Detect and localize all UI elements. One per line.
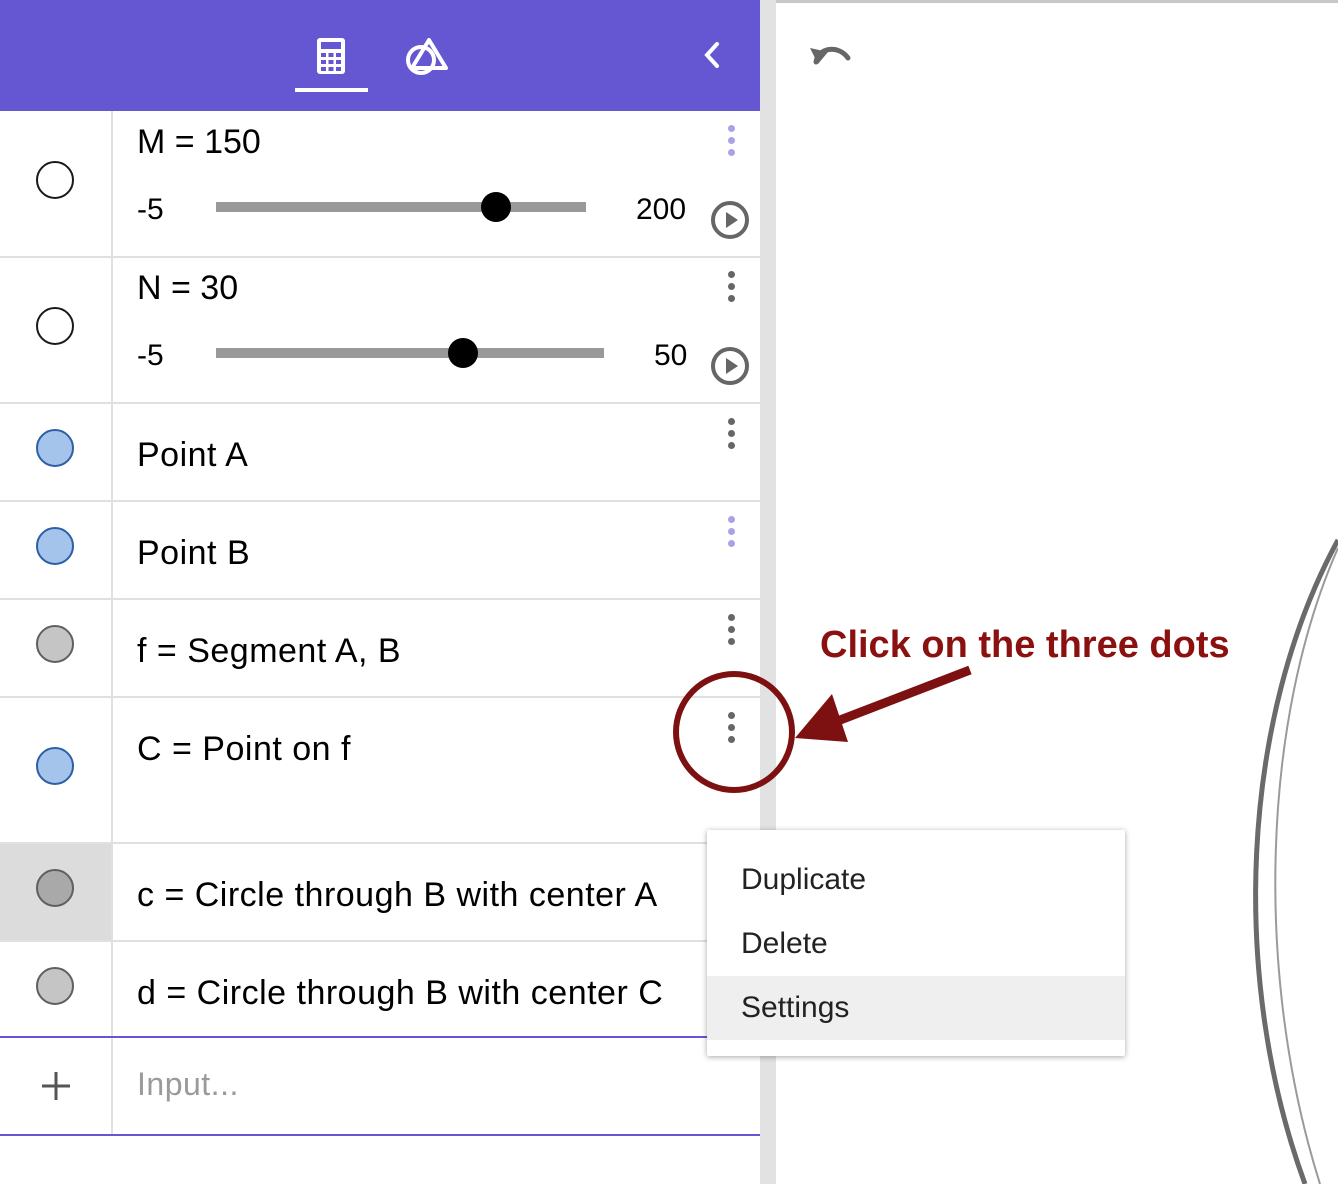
marble-cell [0, 844, 113, 940]
algebra-item-label: Point B [137, 534, 251, 572]
algebra-item-label: C = Point on f [137, 730, 351, 768]
visibility-toggle[interactable] [36, 967, 74, 1005]
visibility-toggle[interactable] [36, 307, 74, 345]
marble-cell [0, 1038, 113, 1134]
algebra-item-circle-d[interactable]: d = Circle through B with center C [0, 942, 760, 1036]
marble-cell [0, 942, 113, 1036]
algebra-item-segment-f[interactable]: f = Segment A, B [0, 600, 760, 698]
slider-min: -5 [137, 193, 164, 226]
slider-max: 200 [636, 193, 687, 226]
algebra-item-point-c[interactable]: C = Point on f [0, 698, 760, 844]
slider-track[interactable] [216, 348, 604, 358]
visibility-toggle[interactable] [36, 747, 74, 785]
algebra-item-circle-c[interactable]: c = Circle through B with center A [0, 844, 760, 942]
three-dots-menu-icon[interactable] [722, 416, 742, 452]
algebra-item-label: c = Circle through B with center A [137, 876, 658, 914]
input-row[interactable]: Input... [0, 1036, 760, 1136]
algebra-panel: M = 150 -5 200 N = 30 -5 50 Point A Poin… [0, 0, 760, 1184]
marble-cell [0, 600, 113, 696]
plus-icon[interactable] [40, 1070, 72, 1102]
algebra-item-label: d = Circle through B with center C [137, 974, 664, 1012]
tab-selected-indicator [295, 88, 368, 92]
visibility-toggle[interactable] [36, 527, 74, 565]
circle-c-arc [1253, 538, 1338, 1184]
slider-track[interactable] [216, 202, 586, 212]
circle-d-arc [1274, 547, 1338, 1184]
marble-cell [0, 404, 113, 500]
algebra-item-label: Point A [137, 436, 249, 474]
play-icon[interactable] [710, 200, 750, 240]
three-dots-menu-icon[interactable] [722, 514, 742, 550]
marble-cell [0, 502, 113, 598]
slider-min: -5 [137, 339, 164, 372]
slider-thumb[interactable] [480, 192, 511, 222]
algebra-item-label: f = Segment A, B [137, 632, 402, 670]
three-dots-menu-icon[interactable] [722, 710, 742, 746]
play-icon[interactable] [710, 346, 750, 386]
marble-cell [0, 698, 113, 842]
slider-max: 50 [654, 339, 688, 372]
slider-label: M = 150 [137, 123, 261, 161]
marble-cell [0, 111, 113, 256]
slider-row-m[interactable]: M = 150 -5 200 [0, 111, 760, 258]
undo-icon[interactable] [808, 38, 856, 74]
geometry-tools-icon[interactable] [404, 36, 450, 78]
three-dots-menu-icon[interactable] [722, 269, 742, 305]
menu-item-settings[interactable]: Settings [707, 976, 1125, 1040]
visibility-toggle[interactable] [36, 869, 74, 907]
visibility-toggle[interactable] [36, 161, 74, 199]
menu-item-duplicate[interactable]: Duplicate [707, 848, 1125, 912]
menu-item-delete[interactable]: Delete [707, 912, 1125, 976]
toolbar [0, 0, 760, 111]
marble-cell [0, 258, 113, 402]
slider-label: N = 30 [137, 269, 239, 307]
three-dots-menu-icon[interactable] [722, 612, 742, 648]
input-field[interactable]: Input... [137, 1066, 239, 1103]
slider-row-n[interactable]: N = 30 -5 50 [0, 258, 760, 404]
visibility-toggle[interactable] [36, 429, 74, 467]
annotation-text: Click on the three dots [820, 624, 1230, 666]
visibility-toggle[interactable] [36, 625, 74, 663]
slider-thumb[interactable] [447, 338, 478, 368]
algebra-item-point-a[interactable]: Point A [0, 404, 760, 502]
context-menu: Duplicate Delete Settings [707, 830, 1125, 1056]
chevron-left-icon[interactable] [700, 40, 724, 70]
three-dots-menu-icon[interactable] [722, 123, 742, 159]
calculator-icon[interactable] [315, 36, 347, 76]
algebra-item-point-b[interactable]: Point B [0, 502, 760, 600]
